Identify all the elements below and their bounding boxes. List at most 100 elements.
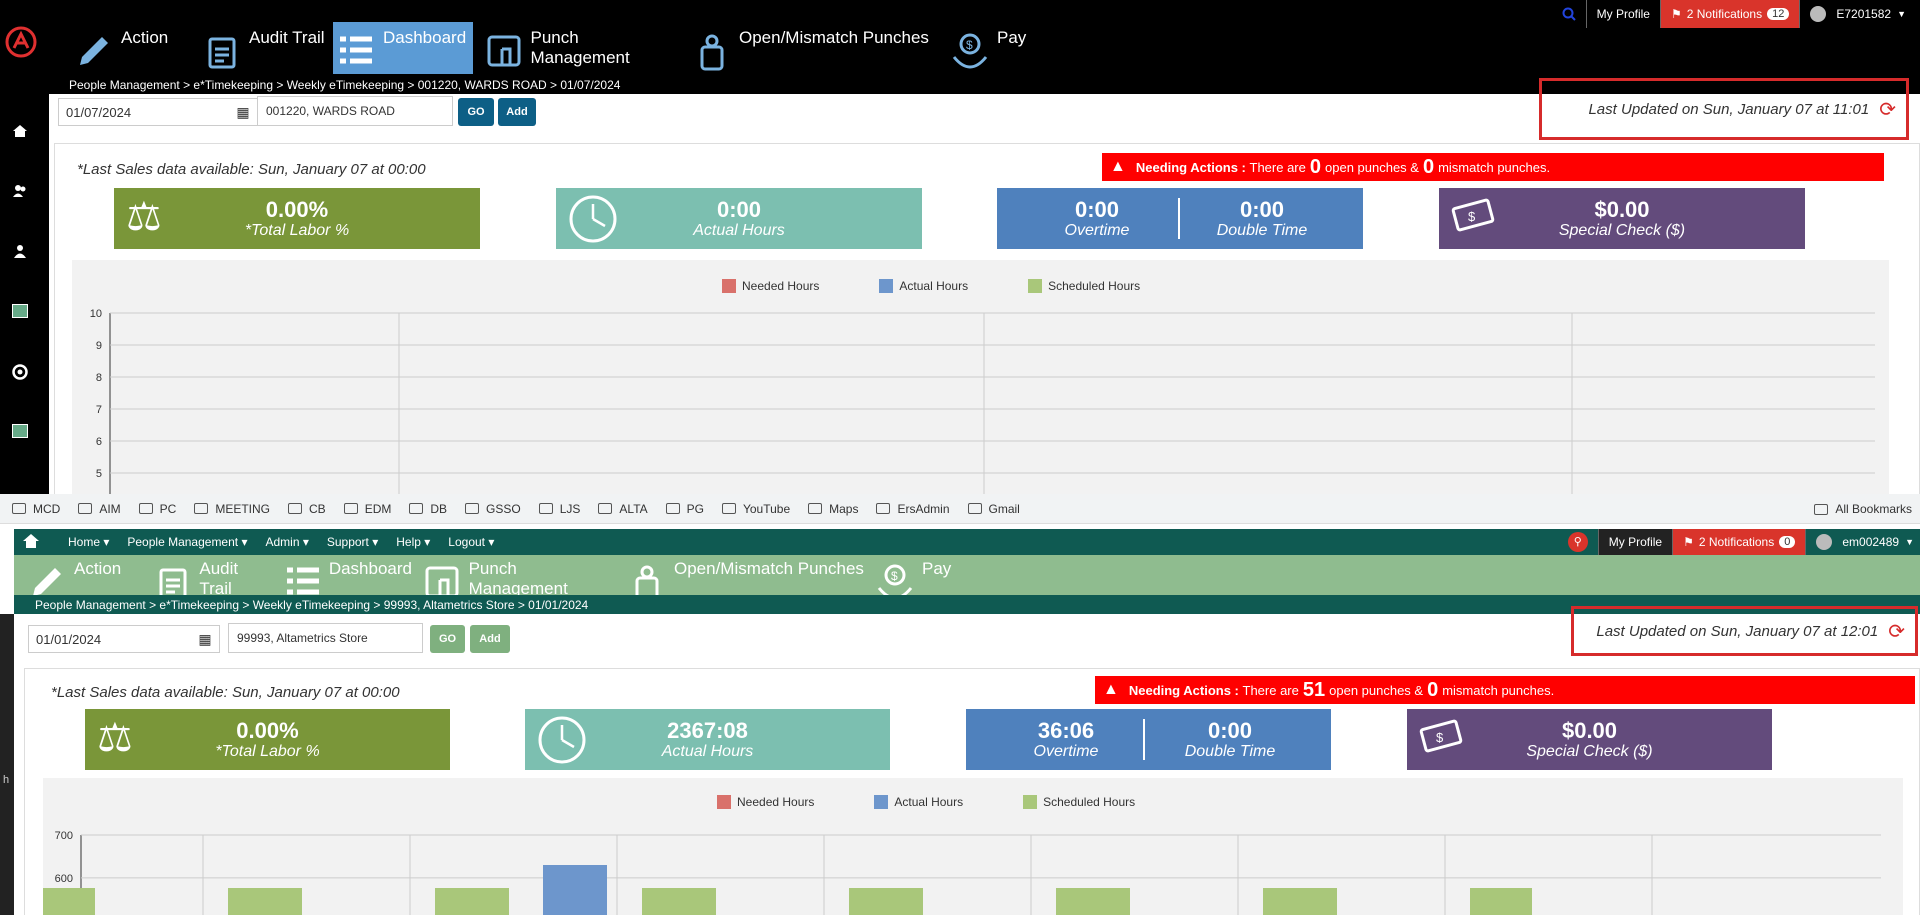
last-sales-text: *Last Sales data available: Sun, January… bbox=[51, 684, 400, 701]
bookmark-item[interactable]: AIM bbox=[78, 502, 121, 516]
money-hand-icon: $ bbox=[947, 28, 993, 74]
bookmark-label: EDM bbox=[364, 501, 392, 516]
menu-admin[interactable]: Admin ▾ bbox=[265, 535, 308, 549]
user-icon[interactable] bbox=[13, 244, 27, 263]
user-menu[interactable]: em002489 ▼ bbox=[1805, 529, 1920, 555]
bookmark-item[interactable]: Maps bbox=[808, 502, 858, 516]
add-button[interactable]: Add bbox=[470, 625, 510, 653]
actual-hours-label: Actual Hours bbox=[693, 221, 785, 239]
legend-needed: Needed Hours bbox=[722, 279, 819, 293]
go-button[interactable]: GO bbox=[458, 98, 494, 126]
calendar-icon[interactable]: ▦ bbox=[229, 99, 257, 125]
image-icon[interactable] bbox=[12, 304, 28, 318]
needing-actions-banner: ▲ Needing Actions : There are 0 open punch… bbox=[1102, 153, 1884, 181]
double-time-label: Double Time bbox=[1184, 742, 1276, 760]
home-icon[interactable] bbox=[12, 124, 28, 138]
chart-area: Needed Hours Actual Hours Scheduled Hour… bbox=[72, 260, 1889, 494]
all-bookmarks[interactable]: All Bookmarks bbox=[1814, 494, 1912, 524]
search-icon[interactable]: ⚲ bbox=[1558, 529, 1598, 555]
actual-hours-tile: 2367:08 Actual Hours bbox=[525, 709, 890, 770]
bookmark-item[interactable]: ErsAdmin bbox=[876, 502, 950, 516]
special-check-label: Special Check ($) bbox=[1558, 221, 1686, 239]
nav-open-mismatch[interactable]: Open/Mismatch Punches bbox=[689, 22, 939, 74]
menu-support[interactable]: Support ▾ bbox=[327, 535, 378, 549]
bookmark-label: MCD bbox=[33, 501, 61, 516]
bookmark-item[interactable]: EDM bbox=[343, 501, 392, 516]
refresh-icon[interactable]: ⟳ bbox=[1888, 619, 1905, 644]
person-scale-icon: ⚖ bbox=[126, 195, 162, 239]
bookmark-label: DB bbox=[430, 501, 448, 516]
notifications-button[interactable]: ⚑ 2 Notifications 12 bbox=[1659, 0, 1800, 28]
labor-label: *Total Labor % bbox=[215, 742, 320, 760]
special-check-label: Special Check ($) bbox=[1526, 742, 1653, 760]
nav-dashboard[interactable]: Dashboard bbox=[333, 22, 473, 74]
date-input[interactable]: 01/01/2024 ▦ bbox=[28, 625, 220, 653]
nav-pay[interactable]: $ Pay bbox=[947, 22, 1047, 74]
bookmark-label: MEETING bbox=[215, 501, 271, 516]
actual-hours-label: Actual Hours bbox=[661, 742, 754, 760]
bookmark-item[interactable]: LJS bbox=[538, 502, 580, 516]
bookmark-item[interactable]: DB bbox=[409, 502, 447, 516]
overtime-tile: 36:06 Overtime 0:00 Double Time bbox=[966, 709, 1331, 770]
special-check-value: $0.00 bbox=[1561, 717, 1618, 743]
nav-audit-trail[interactable]: Audit Trail bbox=[199, 22, 325, 74]
go-button[interactable]: GO bbox=[430, 625, 465, 653]
image-icon[interactable] bbox=[12, 424, 28, 438]
date-input[interactable]: 01/07/2024 ▦ bbox=[58, 98, 258, 126]
legend-needed-label: Needed Hours bbox=[737, 795, 815, 809]
notifications-button[interactable]: ⚑ 2 Notifications 0 bbox=[1672, 529, 1806, 555]
nav-action[interactable]: Action bbox=[71, 22, 191, 74]
flag-icon: ⚑ bbox=[1683, 535, 1694, 549]
menu-logout[interactable]: Logout ▾ bbox=[448, 535, 494, 549]
legend-scheduled: Scheduled Hours bbox=[1023, 795, 1135, 809]
search-icon[interactable] bbox=[1552, 0, 1586, 28]
support-icon[interactable] bbox=[12, 364, 28, 385]
store-input[interactable]: 99993, Altametrics Store bbox=[228, 623, 423, 653]
users-icon[interactable] bbox=[12, 184, 28, 203]
mismatch-punch-count: 0 bbox=[1427, 678, 1439, 701]
folder-icon bbox=[721, 503, 736, 514]
add-button[interactable]: Add bbox=[498, 98, 536, 126]
bookmark-item[interactable]: CB bbox=[288, 502, 326, 516]
sidebar bbox=[0, 0, 49, 494]
store-input[interactable]: 001220, WARDS ROAD bbox=[257, 96, 453, 126]
list-icon bbox=[333, 28, 379, 74]
needing-mid: open punches & bbox=[1329, 682, 1424, 698]
folder-icon bbox=[876, 503, 891, 514]
bookmark-item[interactable]: YouTube bbox=[721, 502, 790, 516]
bookmarks-bar: MCD AIM PC MEETING CB EDM DB GSSO LJS ALTA PG YouTu… bbox=[0, 494, 1920, 524]
labor-label: *Total Labor % bbox=[244, 221, 350, 239]
avatar bbox=[1816, 534, 1833, 550]
refresh-icon[interactable]: ⟳ bbox=[1879, 97, 1896, 122]
nav-punch-management[interactable]: Punch Management bbox=[481, 22, 681, 74]
bookmark-item[interactable]: PC bbox=[138, 502, 176, 516]
user-menu[interactable]: E7201582 ▼ bbox=[1799, 0, 1920, 28]
double-time-value: 0:00 bbox=[1207, 717, 1253, 743]
folder-icon bbox=[538, 503, 553, 514]
chart-legend: Needed Hours Actual Hours Scheduled Hour… bbox=[717, 795, 1195, 809]
home-icon[interactable] bbox=[22, 533, 40, 552]
svg-text:$: $ bbox=[966, 38, 973, 52]
legend-actual-label: Actual Hours bbox=[894, 795, 964, 809]
menu-help[interactable]: Help ▾ bbox=[396, 535, 430, 549]
legend-needed-label: Needed Hours bbox=[742, 279, 820, 293]
bookmark-item[interactable]: ALTA bbox=[598, 502, 648, 516]
nav-audit-trail-label: Audit Trail bbox=[199, 559, 239, 598]
menu-home[interactable]: Home ▾ bbox=[68, 535, 109, 549]
actual-hours-bar bbox=[543, 865, 607, 915]
my-profile-button[interactable]: My Profile bbox=[1597, 529, 1673, 555]
bookmark-item[interactable]: Gmail bbox=[967, 502, 1020, 516]
my-profile-button[interactable]: My Profile bbox=[1585, 0, 1660, 28]
bookmark-item[interactable]: MCD bbox=[12, 502, 60, 516]
warning-icon: ▲ bbox=[1103, 681, 1119, 698]
scheduled-hours-bar bbox=[43, 888, 95, 915]
bookmark-item[interactable]: MEETING bbox=[194, 502, 270, 516]
bookmark-item[interactable]: PG bbox=[665, 502, 704, 516]
bookmark-item[interactable]: GSSO bbox=[465, 502, 521, 516]
calendar-icon[interactable]: ▦ bbox=[191, 626, 219, 652]
menu-people-management[interactable]: People Management ▾ bbox=[127, 535, 247, 549]
nav-punch-management-label: Punch Management bbox=[530, 28, 630, 67]
folder-icon bbox=[78, 503, 93, 514]
needing-mid: open punches & bbox=[1325, 159, 1419, 175]
background-text: h bbox=[3, 774, 10, 786]
